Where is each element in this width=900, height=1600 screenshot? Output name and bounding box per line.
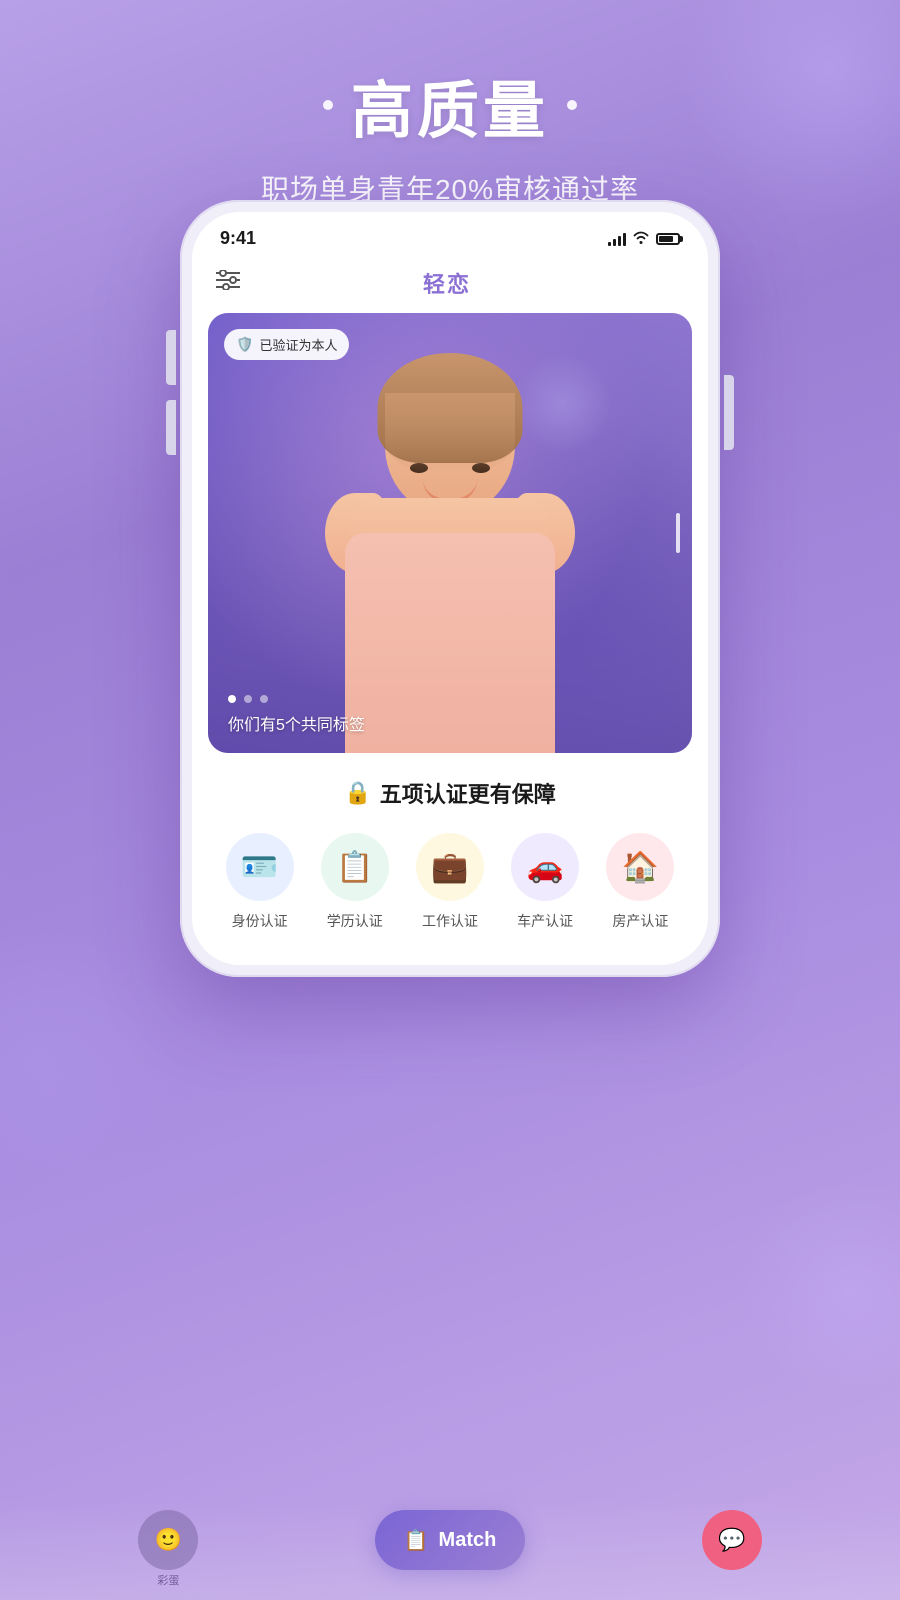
phone-mockup: 9:41 — [180, 200, 720, 977]
cert-item-0: 🪪 身份认证 — [226, 833, 294, 931]
match-icon: 📋 — [404, 1528, 429, 1553]
signal-bar-4 — [623, 233, 626, 246]
cert-card: 🔒 五项认证更有保障 🪪 身份认证 📋 学历认证 💼 工作认证 🚗 车产认证 🏠 房产认证 — [192, 753, 708, 965]
signal-bars-icon — [608, 232, 626, 246]
nav-btn-caidan[interactable]: 🙂 — [138, 1510, 198, 1570]
cert-label-3: 车产认证 — [517, 911, 573, 931]
lock-icon: 🔒 — [344, 780, 371, 806]
nav-item-chat[interactable]: 💬 — [702, 1510, 762, 1570]
bg-decoration-3 — [740, 1180, 900, 1400]
nav-item-match[interactable]: 📋 Match — [375, 1510, 525, 1570]
cert-icon-1: 📋 — [321, 833, 389, 901]
dot-indicator-1 — [228, 695, 236, 703]
app-header: 轻恋 — [192, 257, 708, 313]
bg-decoration-2 — [0, 920, 180, 1200]
status-time: 9:41 — [220, 228, 256, 249]
cert-label-4: 房产认证 — [612, 911, 668, 931]
cert-item-4: 🏠 房产认证 — [606, 833, 674, 931]
battery-icon — [656, 233, 680, 245]
cert-icons-row: 🪪 身份认证 📋 学历认证 💼 工作认证 🚗 车产认证 🏠 房产认证 — [212, 833, 688, 931]
phone-notch — [380, 212, 520, 240]
signal-bar-3 — [618, 236, 621, 246]
headline-text: 高质量 — [351, 60, 549, 150]
right-indicator — [676, 513, 680, 553]
dots-indicator — [228, 695, 268, 703]
top-section: 高质量 职场单身青年20%审核通过率 — [0, 0, 900, 208]
signal-bar-2 — [613, 239, 616, 246]
headline-row: 高质量 — [0, 60, 900, 150]
person-silhouette — [300, 333, 600, 753]
cert-icon-2: 💼 — [416, 833, 484, 901]
match-label: Match — [439, 1529, 497, 1552]
cert-label-2: 工作认证 — [422, 911, 478, 931]
cert-icon-3: 🚗 — [511, 833, 579, 901]
verified-text: 已验证为本人 — [259, 335, 337, 354]
app-logo: 轻恋 — [423, 267, 471, 299]
match-button[interactable]: 📋 Match — [375, 1510, 525, 1570]
cert-icon-0: 🪪 — [226, 833, 294, 901]
dot-indicator-2 — [244, 695, 252, 703]
chat-button[interactable]: 💬 — [702, 1510, 762, 1570]
shield-icon: 🛡️ — [236, 336, 253, 353]
cert-item-1: 📋 学历认证 — [321, 833, 389, 931]
dot-left — [323, 100, 333, 110]
status-icons — [608, 230, 680, 247]
wifi-icon — [632, 230, 650, 247]
cert-icon-4: 🏠 — [606, 833, 674, 901]
dot-right — [567, 100, 577, 110]
cert-item-3: 🚗 车产认证 — [511, 833, 579, 931]
cert-label-1: 学历认证 — [327, 911, 383, 931]
face-icon: 🙂 — [155, 1527, 182, 1553]
nav-label-1: 彩蛋 — [157, 1572, 179, 1588]
phone-inner: 9:41 — [192, 212, 708, 965]
person-hair-front — [385, 393, 515, 473]
chat-icon: 💬 — [718, 1527, 745, 1553]
bottom-nav: 🙂 彩蛋 📋 Match 💬 — [0, 1500, 900, 1600]
cert-label-0: 身份认证 — [232, 911, 288, 931]
filter-icon[interactable] — [216, 270, 240, 296]
cert-title-row: 🔒 五项认证更有保障 — [212, 777, 688, 809]
cert-item-2: 💼 工作认证 — [416, 833, 484, 931]
person-shirt — [345, 533, 555, 753]
common-tags-text: 你们有5个共同标签 — [228, 711, 365, 735]
signal-bar-1 — [608, 242, 611, 246]
profile-card[interactable]: 🛡️ 已验证为本人 你们有5个共同标签 — [208, 313, 692, 753]
dot-indicator-3 — [260, 695, 268, 703]
cert-title: 五项认证更有保障 — [380, 777, 556, 809]
verified-badge: 🛡️ 已验证为本人 — [224, 329, 349, 360]
phone-outer: 9:41 — [180, 200, 720, 977]
nav-item-caidan[interactable]: 🙂 彩蛋 — [138, 1510, 198, 1570]
battery-fill — [659, 236, 673, 242]
